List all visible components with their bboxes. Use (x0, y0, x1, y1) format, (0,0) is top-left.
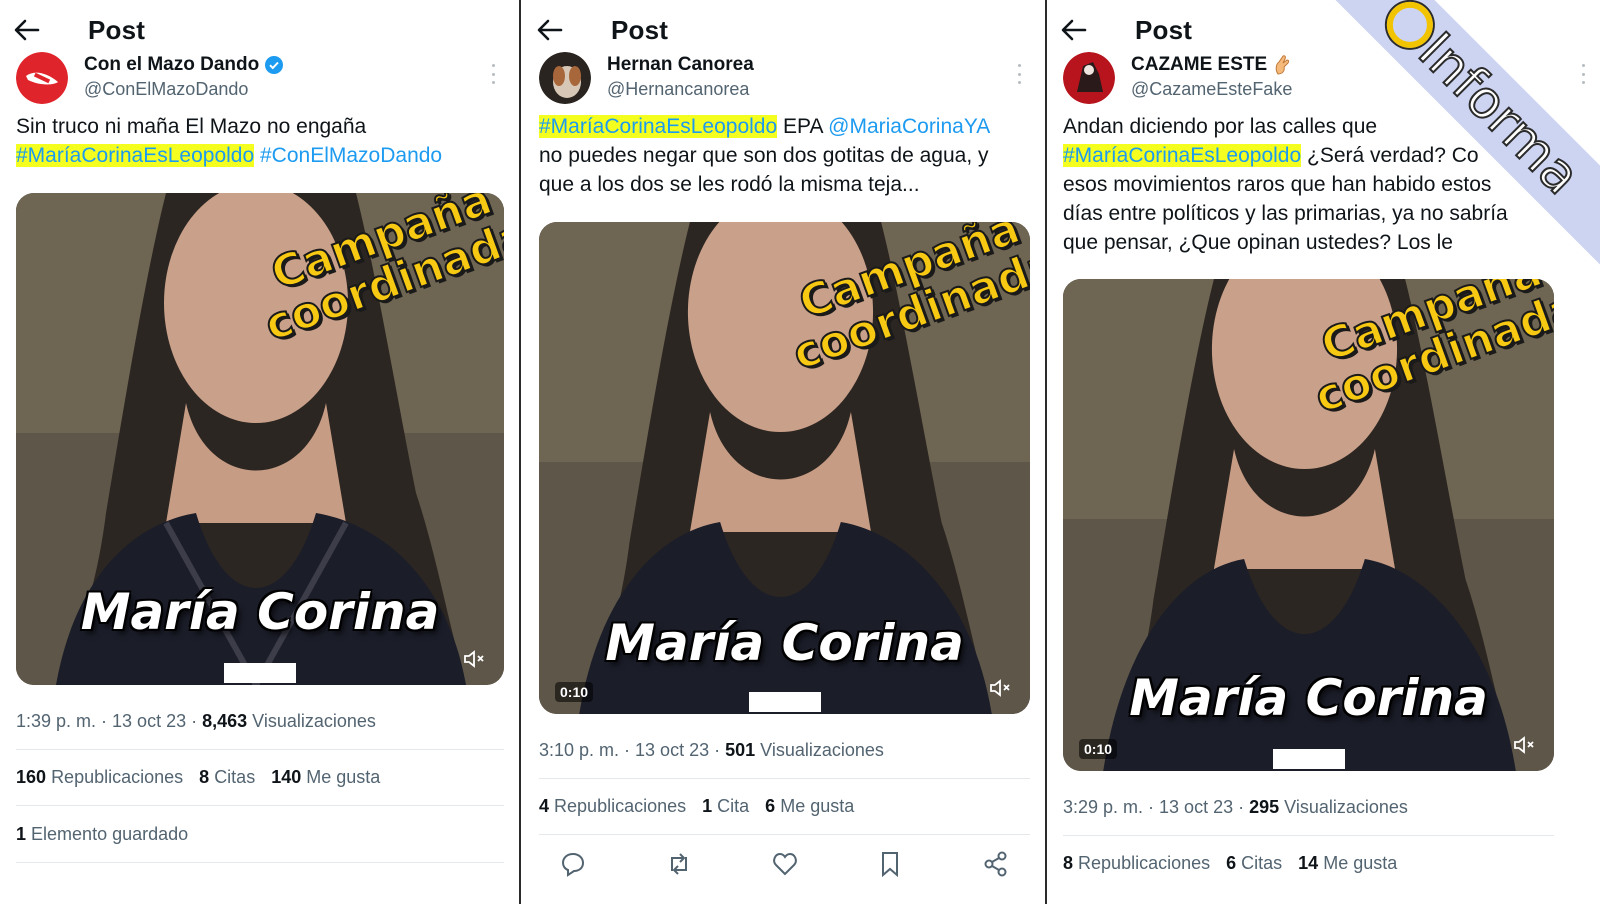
engagement-stats: 8 Republicaciones 6 Citas 14 Me gusta (1063, 853, 1584, 874)
view-count: 295 (1249, 797, 1280, 817)
author-name-text: CAZAME ESTE (1131, 54, 1268, 75)
divider (16, 805, 504, 806)
author-name[interactable]: Con el Mazo Dando (84, 54, 284, 76)
like-icon[interactable] (771, 850, 799, 878)
post-meta: 3:29 p. m. · 13 oct 23 · 295 Visualizaci… (1063, 797, 1584, 818)
more-options-icon[interactable] (1578, 64, 1588, 84)
author-handle[interactable]: @ConElMazoDando (84, 79, 283, 100)
post-panel-3: Post CAZAME ESTE @CazameEsteFake Andan d… (1047, 0, 1600, 904)
mute-icon[interactable] (988, 678, 1012, 698)
timestamp: 3:10 p. m. · 13 oct 23 · (539, 740, 726, 760)
author-row: Con el Mazo Dando @ConElMazoDando (16, 50, 504, 106)
engagement-stats: 160 Republicaciones 8 Citas 140 Me gusta (16, 767, 504, 788)
hashtag-link[interactable]: #ConElMazoDando (260, 144, 442, 167)
post-text-fragment: ¿Será verdad? Co (1301, 144, 1479, 167)
hashtag-link[interactable]: #MaríaCorinaEsLeopoldo (1063, 144, 1302, 167)
post-text-line: que pensar, ¿Que opinan ustedes? Los le (1063, 231, 1453, 254)
back-arrow-icon[interactable] (1061, 12, 1101, 48)
action-bar (539, 850, 1030, 878)
reply-icon[interactable] (559, 850, 587, 878)
avatar[interactable] (1063, 52, 1115, 104)
engagement-stats: 4 Republicaciones 1 Cita 6 Me gusta (539, 796, 1030, 817)
video-duration: 0:10 (555, 682, 594, 702)
reposts-stat[interactable]: 160 Republicaciones (16, 767, 183, 788)
page-title: Post (1135, 14, 1193, 45)
page-title: Post (611, 14, 669, 45)
mention-link[interactable]: @MariaCorinaYA (828, 115, 990, 138)
author-name[interactable]: Hernan Canorea (607, 54, 754, 76)
author-name[interactable]: CAZAME ESTE (1131, 54, 1292, 76)
mute-icon[interactable] (462, 649, 486, 669)
reposts-stat[interactable]: 4 Republicaciones (539, 796, 686, 817)
quotes-stat[interactable]: 1 Cita (702, 796, 749, 817)
video-duration: 0:10 (1079, 739, 1118, 759)
likes-stat[interactable]: 6 Me gusta (765, 796, 854, 817)
bookmarks-stat[interactable]: 1 Elemento guardado (16, 824, 504, 845)
author-row: Hernan Canorea @Hernancanorea (539, 50, 1030, 106)
post-panel-2: Post Hernan Canorea @Hernancanorea #Marí… (523, 0, 1046, 904)
divider (16, 862, 504, 863)
page-title: Post (88, 14, 146, 45)
post-meta: 1:39 p. m. · 13 oct 23 · 8,463 Visualiza… (16, 711, 504, 732)
crossed-fingers-icon (1275, 55, 1290, 75)
video-media[interactable]: Campaña coordinada María Corina 0:10 (539, 222, 1030, 714)
panel-divider (519, 0, 521, 904)
quotes-stat[interactable]: 6 Citas (1226, 853, 1282, 874)
views-label: Visualizaciones (1279, 797, 1408, 817)
post-text: Sin truco ni maña El Mazo no engaña #Mar… (16, 112, 504, 170)
subtitle-bar (748, 692, 821, 712)
post-text-line: días entre políticos y las primarias, ya… (1063, 202, 1508, 225)
reposts-stat[interactable]: 8 Republicaciones (1063, 853, 1210, 874)
divider (16, 749, 504, 750)
verified-badge-icon (265, 56, 284, 74)
author-handle[interactable]: @CazameEsteFake (1131, 79, 1292, 100)
author-name-text: Con el Mazo Dando (84, 54, 260, 75)
view-count: 501 (725, 740, 756, 760)
divider (539, 778, 1030, 779)
mute-icon[interactable] (1512, 735, 1536, 755)
post-text-line: esos movimientos raros que han habido es… (1063, 173, 1492, 196)
video-media[interactable]: Campaña coordinada María Corina 0:10 (1063, 279, 1554, 771)
timestamp: 1:39 p. m. · 13 oct 23 · (16, 711, 203, 731)
video-media[interactable]: Campaña coordinada María Corina (16, 193, 504, 685)
top-bar: Post (1061, 12, 1192, 48)
video-caption: María Corina (1129, 669, 1488, 727)
post-text-line: que a los dos se les rodó la misma teja.… (539, 173, 920, 196)
hashtag-link[interactable]: #MaríaCorinaEsLeopoldo (539, 115, 778, 138)
quotes-stat[interactable]: 8 Citas (199, 767, 255, 788)
post-meta: 3:10 p. m. · 13 oct 23 · 501 Visualizaci… (539, 740, 1030, 761)
back-arrow-icon[interactable] (537, 12, 577, 48)
author-handle[interactable]: @Hernancanorea (607, 79, 754, 100)
video-caption: María Corina (605, 614, 964, 672)
more-options-icon[interactable] (488, 64, 498, 84)
top-bar: Post (14, 12, 145, 48)
timestamp: 3:29 p. m. · 13 oct 23 · (1063, 797, 1250, 817)
likes-stat[interactable]: 14 Me gusta (1298, 853, 1397, 874)
top-bar: Post (537, 12, 668, 48)
avatar[interactable] (16, 52, 68, 104)
repost-icon[interactable] (665, 850, 693, 878)
post-text: #MaríaCorinaEsLeopoldo EPA @MariaCorinaY… (539, 112, 1030, 199)
post-text-line: Sin truco ni maña El Mazo no engaña (16, 115, 367, 138)
likes-stat[interactable]: 140 Me gusta (271, 767, 380, 788)
post-text-fragment: EPA (777, 115, 829, 138)
post-text-line: no puedes negar que son dos gotitas de a… (539, 144, 989, 167)
back-arrow-icon[interactable] (14, 12, 54, 48)
share-icon[interactable] (982, 850, 1010, 878)
views-label: Visualizaciones (755, 740, 884, 760)
post-panel-1: Post Con el Mazo Dando @ConElMazoDando S… (0, 0, 520, 904)
bookmark-icon[interactable] (876, 850, 904, 878)
subtitle-bar (224, 663, 296, 683)
divider (539, 834, 1030, 835)
views-label: Visualizaciones (247, 711, 376, 731)
avatar[interactable] (539, 52, 591, 104)
subtitle-bar (1272, 749, 1345, 769)
view-count: 8,463 (202, 711, 248, 731)
hashtag-link[interactable]: #MaríaCorinaEsLeopoldo (16, 144, 255, 167)
divider (1063, 835, 1554, 836)
more-options-icon[interactable] (1014, 64, 1024, 84)
video-caption: María Corina (80, 583, 440, 641)
